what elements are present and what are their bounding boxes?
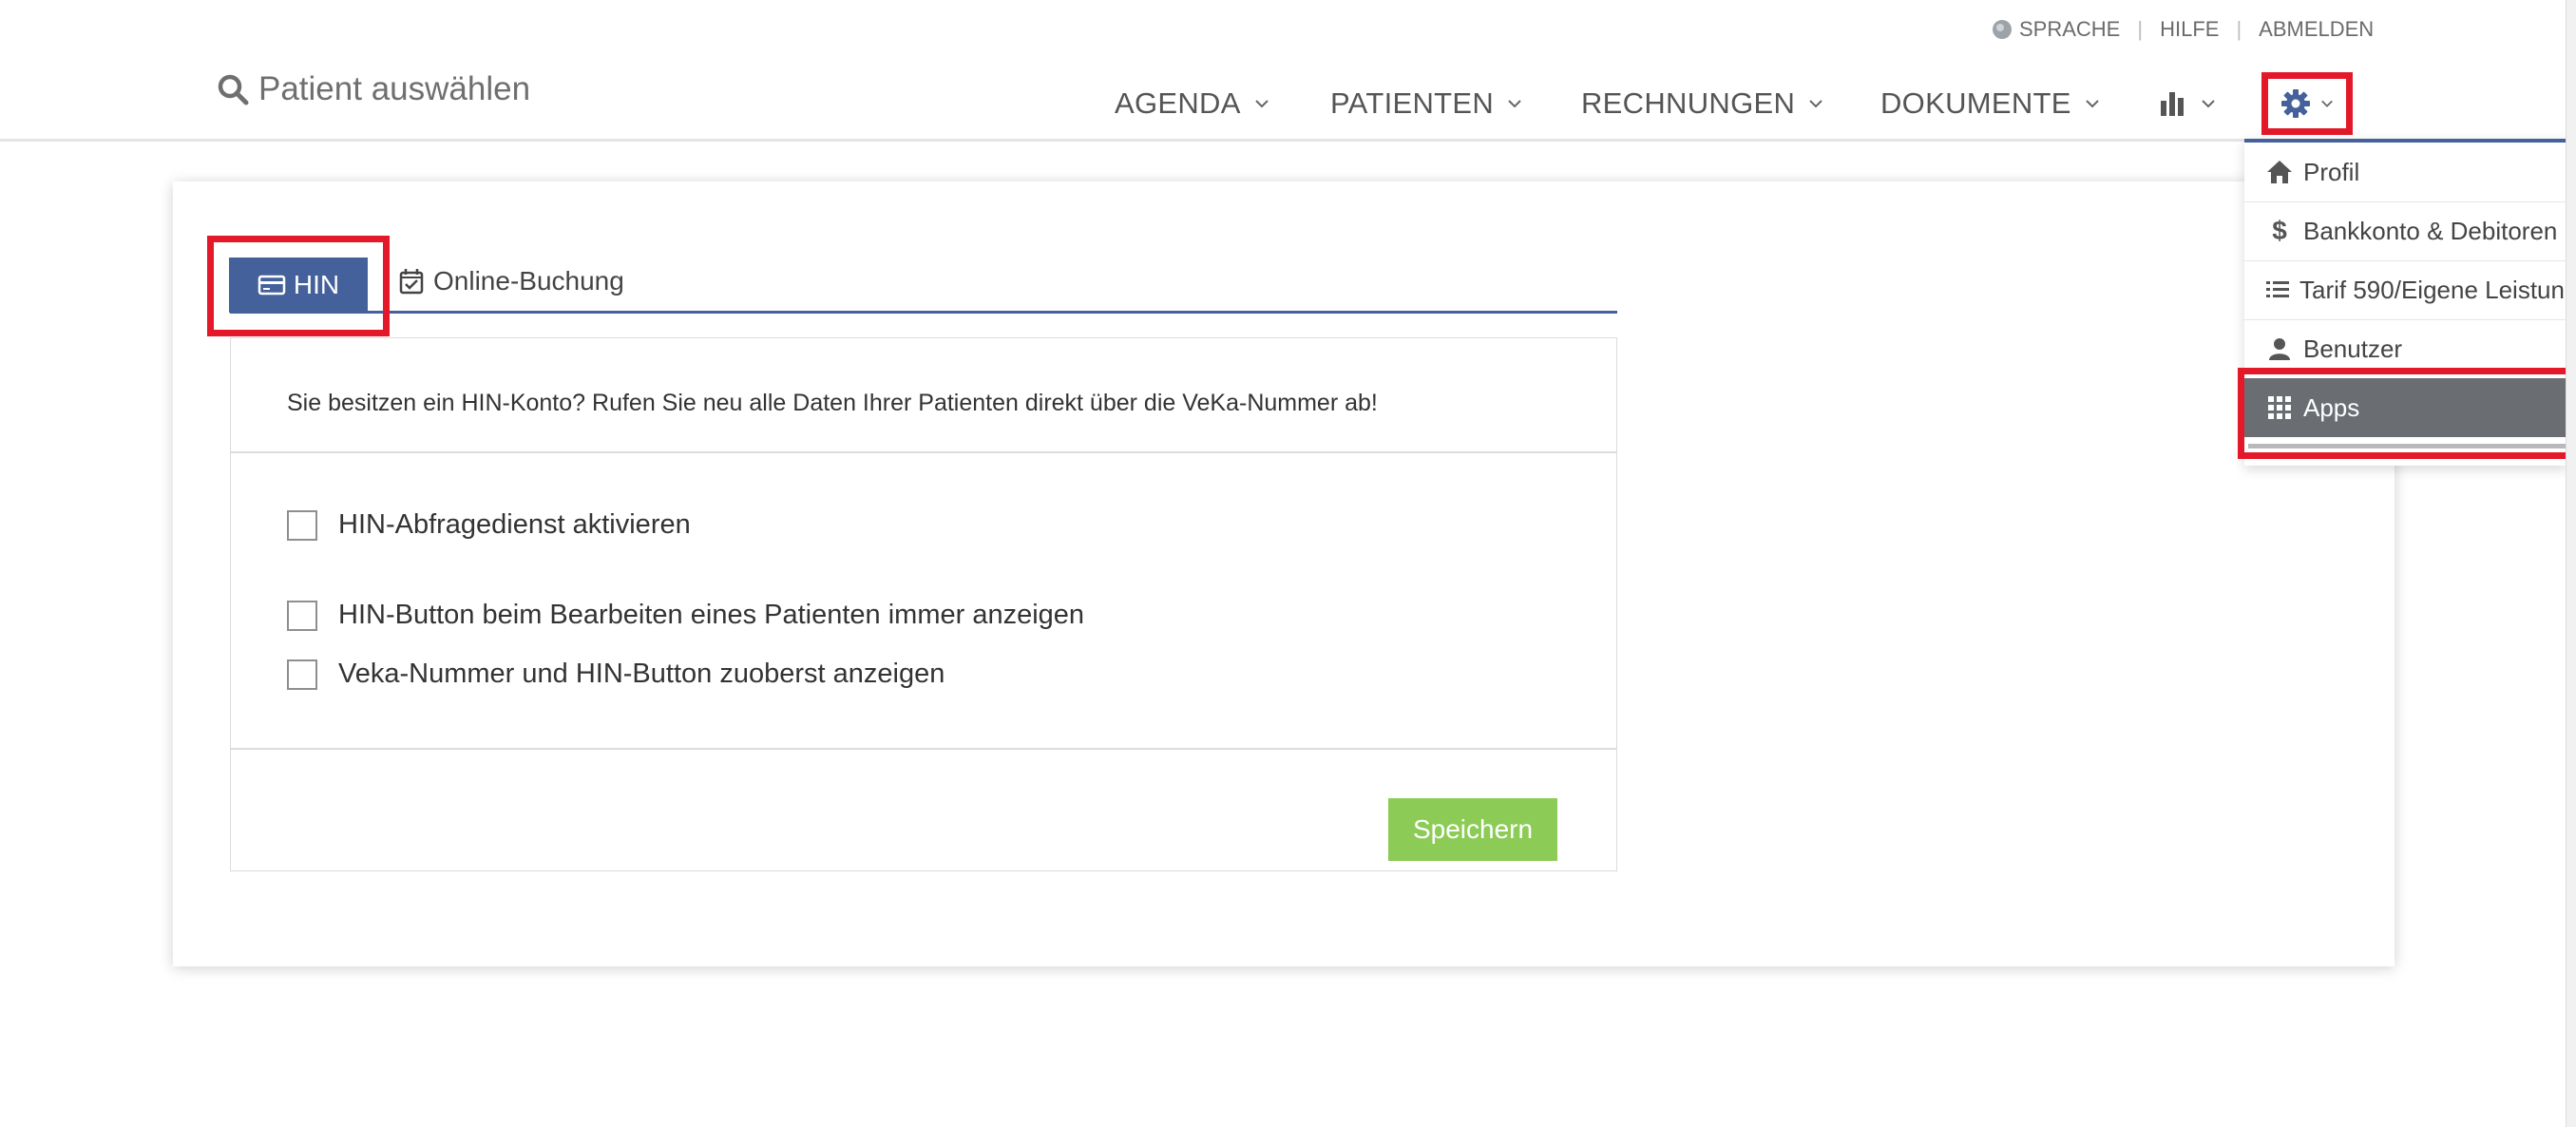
chevron-down-icon xyxy=(1809,100,1822,108)
chevron-down-icon xyxy=(2202,100,2215,108)
search-icon xyxy=(218,74,249,105)
calendar-check-icon xyxy=(399,269,424,295)
chevron-down-icon xyxy=(1255,100,1269,108)
patient-search-label: Patient auswählen xyxy=(258,70,531,107)
menu-item-bankkonto[interactable]: $ Bankkonto & Debitoren xyxy=(2244,201,2567,261)
chevron-down-icon xyxy=(2086,100,2099,108)
checkbox[interactable] xyxy=(287,659,317,690)
logout-link[interactable]: ABMELDEN xyxy=(2259,17,2374,42)
bar-chart-icon xyxy=(2161,92,2184,116)
nav-agenda-label: AGENDA xyxy=(1115,86,1241,120)
nav-rechnungen-label: RECHNUNGEN xyxy=(1581,86,1796,120)
tab-online-booking-label: Online-Buchung xyxy=(433,266,624,296)
language-link[interactable]: SPRACHE xyxy=(2019,17,2120,42)
menu-item-label: Profil xyxy=(2303,157,2360,186)
menu-item-label: Benutzer xyxy=(2303,334,2403,363)
settings-menu-button[interactable] xyxy=(2261,72,2353,135)
divider: | xyxy=(2137,17,2144,41)
home-icon xyxy=(2265,160,2294,184)
apps-highlight xyxy=(2238,368,2576,459)
option-hin-service[interactable]: HIN-Abfragedienst aktivieren xyxy=(287,509,691,541)
menu-item-tarif[interactable]: Tarif 590/Eigene Leistungen xyxy=(2244,260,2567,320)
header-divider xyxy=(0,139,2566,142)
window-scrollbar[interactable] xyxy=(2566,0,2576,1127)
nav-patienten[interactable]: PATIENTEN xyxy=(1330,80,1522,127)
nav-dokumente-label: DOKUMENTE xyxy=(1880,86,2071,120)
help-link[interactable]: HILFE xyxy=(2160,17,2219,42)
gear-icon xyxy=(2281,89,2310,118)
option-label: HIN-Button beim Bearbeiten eines Patient… xyxy=(338,600,1085,630)
nav-dokumente[interactable]: DOKUMENTE xyxy=(1880,80,2100,127)
globe-icon xyxy=(1993,20,2012,39)
menu-item-label: Bankkonto & Debitoren xyxy=(2303,216,2558,245)
checkbox[interactable] xyxy=(287,600,317,631)
option-veka-top[interactable]: Veka-Nummer und HIN-Button zuoberst anze… xyxy=(287,659,945,690)
nav-rechnungen[interactable]: RECHNUNGEN xyxy=(1581,80,1823,127)
chevron-down-icon xyxy=(2321,100,2333,107)
option-label: HIN-Abfragedienst aktivieren xyxy=(338,509,691,540)
divider xyxy=(230,748,1617,750)
divider xyxy=(230,451,1617,453)
menu-item-profil[interactable]: Profil xyxy=(2244,143,2567,202)
option-label: Veka-Nummer und HIN-Button zuoberst anze… xyxy=(338,659,945,689)
nav-statistics[interactable] xyxy=(2159,80,2216,127)
hin-info-text: Sie besitzen ein HIN-Konto? Rufen Sie ne… xyxy=(287,390,1378,416)
option-hin-button-edit[interactable]: HIN-Button beim Bearbeiten eines Patient… xyxy=(287,600,1084,631)
save-button[interactable]: Speichern xyxy=(1388,798,1557,861)
tab-online-booking[interactable]: Online-Buchung xyxy=(399,266,624,296)
tab-underline xyxy=(230,311,1617,314)
dollar-icon: $ xyxy=(2272,216,2287,245)
user-icon xyxy=(2265,336,2294,361)
nav-agenda[interactable]: AGENDA xyxy=(1115,80,1269,127)
menu-item-label: Tarif 590/Eigene Leistungen xyxy=(2299,275,2567,304)
nav-patienten-label: PATIENTEN xyxy=(1330,86,1495,120)
tab-hin-highlight xyxy=(207,236,390,336)
utility-links: SPRACHE | HILFE | ABMELDEN xyxy=(1993,15,2374,44)
list-icon xyxy=(2265,278,2290,301)
chevron-down-icon xyxy=(1508,100,1521,108)
divider: | xyxy=(2236,17,2242,41)
checkbox[interactable] xyxy=(287,509,317,541)
patient-search[interactable]: Patient auswählen xyxy=(217,70,530,108)
